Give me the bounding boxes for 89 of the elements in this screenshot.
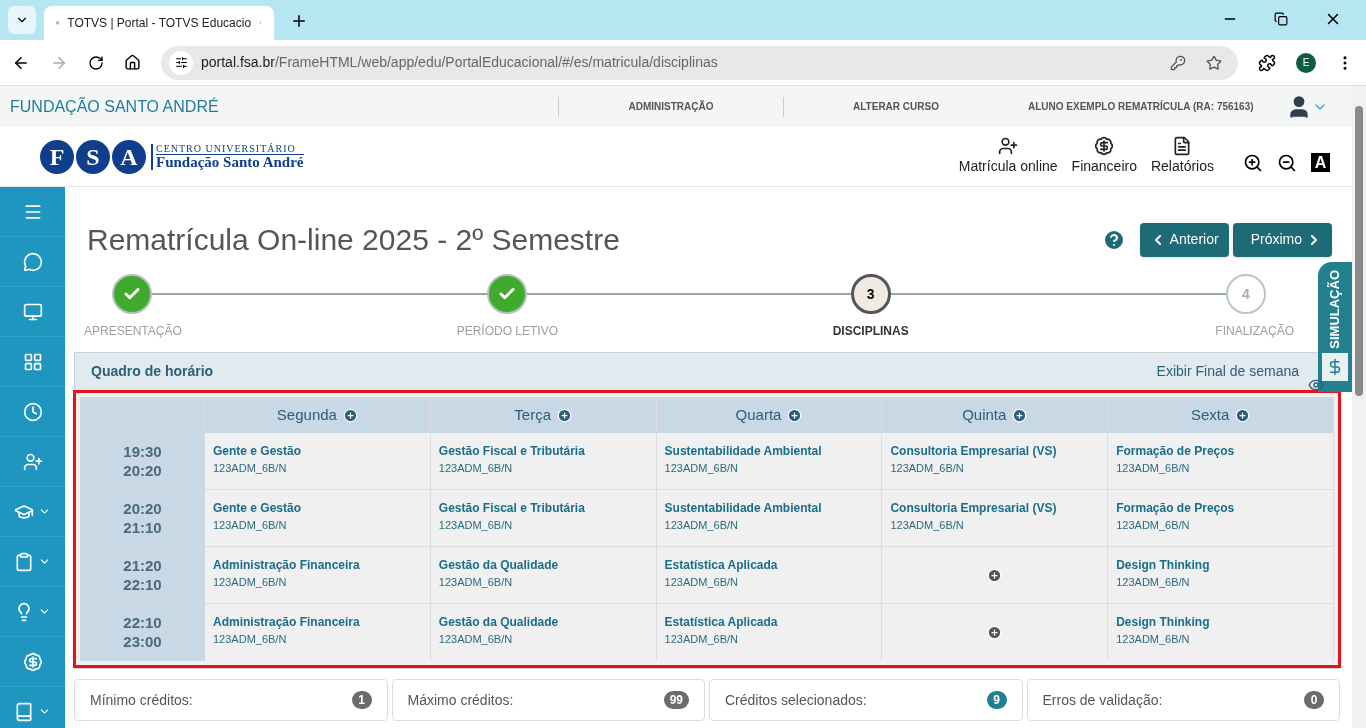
chat-icon <box>22 251 43 272</box>
time-cell: 22:10 23:00 <box>80 604 205 661</box>
dollar-badge-icon <box>1094 136 1115 156</box>
tab-title: TOTVS | Portal - TOTVS Educacio <box>67 15 252 32</box>
class-cell[interactable]: Consultoria Empresarial (VS) 123ADM_6B/N <box>882 490 1109 547</box>
monitor-icon <box>22 301 43 322</box>
address-field[interactable]: portal.fsa.br/FrameHTML/web/app/edu/PortalEducacional/#/es/matricula/disciplinas <box>161 45 1238 80</box>
credit-counter: Máximo créditos: 99 <box>391 679 705 721</box>
topbar-link[interactable]: ADMINISTRAÇÃO <box>628 99 714 114</box>
class-cell[interactable]: Gestão da Qualidade 123ADM_6B/N <box>430 547 657 604</box>
document-icon <box>1172 136 1193 156</box>
grid-icon <box>22 351 43 372</box>
step-label: PERÍODO LETIVO <box>456 322 558 340</box>
class-cell[interactable]: Gente e Gestão 123ADM_6B/N <box>205 490 431 547</box>
count-badge: 9 <box>986 691 1007 709</box>
user-plus-icon <box>998 136 1019 156</box>
class-cell[interactable]: Gente e Gestão 123ADM_6B/N <box>205 433 431 490</box>
profile-avatar[interactable]: E <box>1296 52 1316 73</box>
topbar-link[interactable]: ALTERAR CURSO <box>853 99 939 114</box>
url-text: portal.fsa.br/FrameHTML/web/app/edu/PortalEducacional/#/es/matricula/disciplinas <box>201 53 719 72</box>
dollar-badge-icon <box>22 651 43 672</box>
clock-icon <box>22 401 43 422</box>
count-badge: 1 <box>351 691 372 709</box>
day-header: Quarta <box>735 404 782 425</box>
add-icon[interactable] <box>557 407 573 423</box>
class-cell[interactable]: Administração Financeira 123ADM_6B/N <box>205 547 431 604</box>
step-label: DISCIPLINAS <box>832 323 909 340</box>
credit-counter: Créditos selecionados: 9 <box>709 679 1023 721</box>
class-cell[interactable]: Estatística Aplicada 123ADM_6B/N <box>656 547 883 604</box>
class-cell[interactable]: Consultoria Empresarial (VS) 123ADM_6B/N <box>882 433 1109 490</box>
nav-link[interactable]: Matrícula online <box>958 136 1058 177</box>
class-cell[interactable]: Estatística Aplicada 123ADM_6B/N <box>656 604 883 661</box>
brand-name: FUNDAÇÃO SANTO ANDRÉ <box>10 96 220 117</box>
credit-counter: Erros de validação: 0 <box>1026 679 1340 721</box>
time-cell: 20:20 21:10 <box>80 490 205 547</box>
time-cell: 21:20 22:10 <box>80 547 205 604</box>
previous-button[interactable]: Anterior <box>1139 222 1229 257</box>
zoom-out-icon[interactable] <box>1277 152 1297 173</box>
weekend-toggle[interactable]: Exibir Final de semana <box>1156 361 1299 382</box>
next-button[interactable]: Próximo <box>1232 222 1332 257</box>
day-header: Segunda <box>276 404 337 425</box>
day-header: Sexta <box>1190 404 1230 425</box>
add-class-icon[interactable] <box>987 567 1003 583</box>
page-title: Rematrícula On-line 2025 - 2º Semestre <box>87 222 621 258</box>
scrollbar[interactable] <box>1352 86 1366 728</box>
bookmark-star-icon[interactable] <box>1206 54 1222 71</box>
extensions-icon[interactable] <box>1258 53 1276 72</box>
home-icon[interactable] <box>124 54 141 71</box>
key-icon[interactable] <box>1170 54 1186 71</box>
time-cell: 19:30 20:20 <box>80 433 205 490</box>
class-cell[interactable]: Gestão Fiscal e Tributária 123ADM_6B/N <box>430 490 657 547</box>
class-cell[interactable]: Sustentabilidade Ambiental 123ADM_6B/N <box>656 490 883 547</box>
nav-link[interactable]: Financeiro <box>1071 136 1137 177</box>
add-icon[interactable] <box>1235 407 1251 423</box>
book-icon <box>14 701 34 722</box>
day-header: Terça <box>514 404 552 425</box>
class-cell[interactable]: Design Thinking 123ADM_6B/N <box>1108 547 1334 604</box>
contrast-button[interactable]: A <box>1311 153 1330 172</box>
reload-icon[interactable] <box>88 54 104 71</box>
day-header: Quinta <box>962 404 1007 425</box>
simulation-tab[interactable]: SIMULAÇÃO <box>1318 262 1352 392</box>
class-cell[interactable]: Sustentabilidade Ambiental 123ADM_6B/N <box>656 433 883 490</box>
panel-title: Quadro de horário <box>91 362 215 381</box>
count-badge: 99 <box>663 691 689 709</box>
nav-link[interactable]: Relatórios <box>1150 136 1214 177</box>
clipboard-icon <box>14 551 34 572</box>
user-name: ALUNO EXEMPLO REMATRÍCULA (RA: 756163) <box>1028 99 1255 114</box>
add-icon[interactable] <box>342 407 358 423</box>
zoom-in-icon[interactable] <box>1243 152 1263 173</box>
step-label: APRESENTAÇÃO <box>84 323 182 340</box>
browser-tab[interactable]: TOTVS | Portal - TOTVS Educacio <box>44 6 274 40</box>
class-cell[interactable]: Design Thinking 123ADM_6B/N <box>1108 604 1334 661</box>
add-icon[interactable] <box>787 407 803 423</box>
eye-icon[interactable] <box>1308 377 1324 393</box>
credit-counter: Mínimo créditos: 1 <box>74 679 388 721</box>
user-plus-icon <box>22 451 43 472</box>
class-cell[interactable]: Administração Financeira 123ADM_6B/N <box>205 604 431 661</box>
fsa-logo[interactable]: F S A CENTRO UNIVERSITÁRIO Fundação Santo André <box>40 139 304 174</box>
add-icon[interactable] <box>1012 407 1028 423</box>
class-cell[interactable]: Formação de Preços 123ADM_6B/N <box>1108 433 1334 490</box>
site-settings-icon[interactable] <box>174 56 188 69</box>
class-cell[interactable]: Formação de Preços 123ADM_6B/N <box>1108 490 1334 547</box>
class-cell[interactable]: Gestão da Qualidade 123ADM_6B/N <box>430 604 657 661</box>
new-tab-icon[interactable] <box>290 12 308 30</box>
step-label: FINALIZAÇÃO <box>1215 323 1294 340</box>
count-badge: 0 <box>1304 691 1324 709</box>
class-cell[interactable]: Gestão Fiscal e Tributária 123ADM_6B/N <box>430 433 657 490</box>
restore-icon[interactable] <box>1274 12 1288 26</box>
add-class-icon[interactable] <box>987 625 1003 640</box>
